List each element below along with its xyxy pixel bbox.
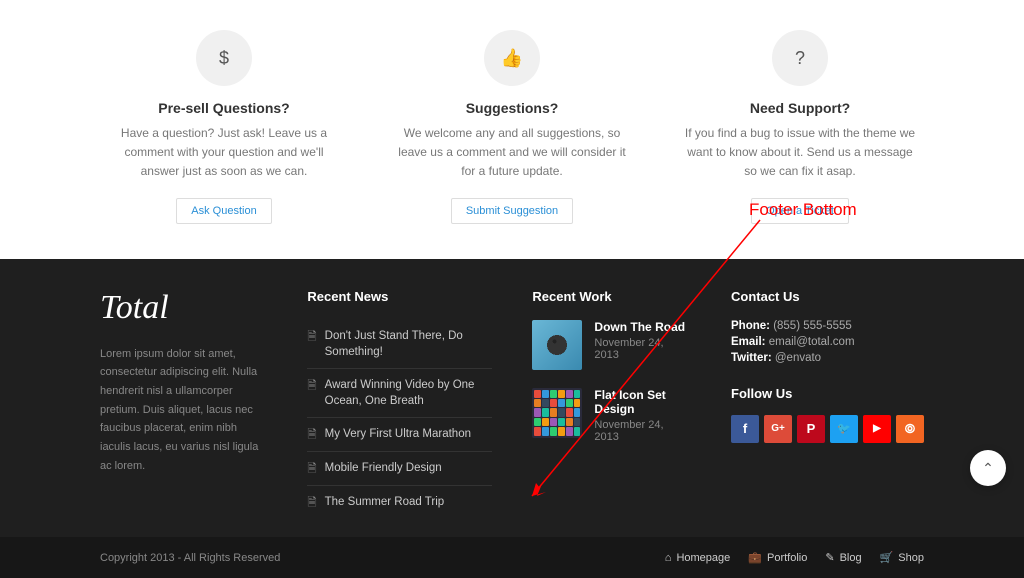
footer-contact: Contact Us Phone: (855) 555-5555 Email: … bbox=[731, 289, 924, 520]
social-row: f G+ P 🐦 ▶ ⦾ bbox=[731, 415, 924, 443]
feature-suggestions: 👍 Suggestions? We welcome any and all su… bbox=[388, 30, 636, 224]
feature-presell: $ Pre-sell Questions? Have a question? J… bbox=[100, 30, 348, 224]
brand-logo: Total bbox=[100, 289, 267, 327]
facebook-icon[interactable]: f bbox=[731, 415, 759, 443]
document-icon: 🗎 bbox=[307, 461, 316, 477]
work-date: November 24, 2013 bbox=[594, 337, 691, 361]
follow-heading: Follow Us bbox=[731, 386, 924, 401]
twitter-icon[interactable]: 🐦 bbox=[830, 415, 858, 443]
cart-icon: 🛒 bbox=[880, 551, 894, 564]
feature-desc: Have a question? Just ask! Leave us a co… bbox=[100, 124, 348, 182]
feature-title: Need Support? bbox=[676, 100, 924, 116]
news-title: Mobile Friendly Design bbox=[325, 460, 442, 476]
about-text: Lorem ipsum dolor sit amet, consectetur … bbox=[100, 345, 267, 476]
nav-shop[interactable]: 🛒Shop bbox=[880, 551, 924, 564]
submit-suggestion-button[interactable]: Submit Suggestion bbox=[451, 198, 573, 224]
pinterest-icon[interactable]: P bbox=[797, 415, 825, 443]
news-item[interactable]: 🗎 The Summer Road Trip bbox=[307, 486, 492, 519]
recent-work-heading: Recent Work bbox=[532, 289, 691, 304]
contact-phone: Phone: (855) 555-5555 bbox=[731, 320, 924, 332]
footer-bottom: Copyright 2013 - All Rights Reserved ⌂Ho… bbox=[0, 537, 1024, 578]
feature-title: Suggestions? bbox=[388, 100, 636, 116]
news-title: Award Winning Video by One Ocean, One Br… bbox=[325, 377, 493, 409]
recent-news-heading: Recent News bbox=[307, 289, 492, 304]
briefcase-icon: 💼 bbox=[748, 551, 762, 564]
document-icon: 🗎 bbox=[307, 378, 316, 394]
copyright: Copyright 2013 - All Rights Reserved bbox=[100, 552, 280, 564]
features-row: $ Pre-sell Questions? Have a question? J… bbox=[0, 0, 1024, 259]
news-item[interactable]: 🗎 Mobile Friendly Design bbox=[307, 452, 492, 486]
annotation-label: Footer Bottom bbox=[749, 200, 857, 220]
news-item[interactable]: 🗎 Don't Just Stand There, Do Something! bbox=[307, 320, 492, 369]
news-title: Don't Just Stand There, Do Something! bbox=[325, 328, 493, 360]
document-icon: 🗎 bbox=[307, 427, 316, 443]
feature-desc: If you find a bug to issue with the them… bbox=[676, 124, 924, 182]
feature-desc: We welcome any and all suggestions, so l… bbox=[388, 124, 636, 182]
news-title: The Summer Road Trip bbox=[325, 494, 445, 510]
rss-icon[interactable]: ⦾ bbox=[896, 415, 924, 443]
work-date: November 24, 2013 bbox=[594, 419, 691, 443]
contact-twitter: Twitter: @envato bbox=[731, 352, 924, 364]
nav-blog[interactable]: ✎Blog bbox=[825, 551, 861, 564]
work-title: Down The Road bbox=[594, 320, 691, 334]
work-thumbnail bbox=[532, 320, 582, 370]
news-title: My Very First Ultra Marathon bbox=[325, 426, 471, 442]
thumbs-up-icon: 👍 bbox=[484, 30, 540, 86]
footer: Total Lorem ipsum dolor sit amet, consec… bbox=[0, 259, 1024, 538]
footer-about: Total Lorem ipsum dolor sit amet, consec… bbox=[100, 289, 267, 520]
bottom-nav: ⌂Homepage 💼Portfolio ✎Blog 🛒Shop bbox=[665, 551, 924, 564]
ask-question-button[interactable]: Ask Question bbox=[176, 198, 271, 224]
document-icon: 🗎 bbox=[307, 495, 316, 511]
contact-heading: Contact Us bbox=[731, 289, 924, 304]
nav-portfolio[interactable]: 💼Portfolio bbox=[748, 551, 807, 564]
contact-email: Email: email@total.com bbox=[731, 336, 924, 348]
work-item[interactable]: Down The Road November 24, 2013 bbox=[532, 320, 691, 370]
chevron-up-icon: ⌃ bbox=[982, 460, 994, 477]
work-item[interactable]: Flat Icon Set Design November 24, 2013 bbox=[532, 388, 691, 443]
news-item[interactable]: 🗎 My Very First Ultra Marathon bbox=[307, 418, 492, 452]
document-icon: 🗎 bbox=[307, 329, 316, 345]
home-icon: ⌂ bbox=[665, 552, 672, 564]
dollar-icon: $ bbox=[196, 30, 252, 86]
feature-title: Pre-sell Questions? bbox=[100, 100, 348, 116]
google-plus-icon[interactable]: G+ bbox=[764, 415, 792, 443]
footer-work: Recent Work Down The Road November 24, 2… bbox=[532, 289, 691, 520]
youtube-icon[interactable]: ▶ bbox=[863, 415, 891, 443]
news-item[interactable]: 🗎 Award Winning Video by One Ocean, One B… bbox=[307, 369, 492, 418]
scroll-to-top-button[interactable]: ⌃ bbox=[970, 450, 1006, 486]
work-title: Flat Icon Set Design bbox=[594, 388, 691, 416]
footer-news: Recent News 🗎 Don't Just Stand There, Do … bbox=[307, 289, 492, 520]
nav-homepage[interactable]: ⌂Homepage bbox=[665, 551, 730, 564]
pencil-icon: ✎ bbox=[825, 551, 834, 564]
question-icon: ? bbox=[772, 30, 828, 86]
work-thumbnail bbox=[532, 388, 582, 438]
feature-support: ? Need Support? If you find a bug to iss… bbox=[676, 30, 924, 224]
